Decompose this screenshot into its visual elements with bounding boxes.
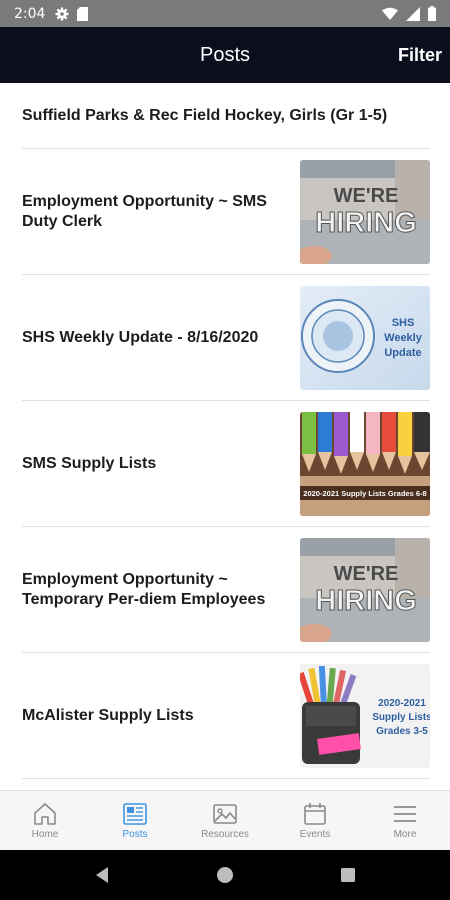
post-title: Employment Opportunity ~ Temporary Per-d… bbox=[22, 570, 266, 608]
post-thumbnail: SHS Weekly Update bbox=[300, 285, 430, 390]
nav-label: More bbox=[393, 828, 417, 840]
nav-label: Home bbox=[31, 828, 59, 840]
status-system-icons bbox=[382, 6, 436, 21]
nav-label: Events bbox=[299, 828, 331, 840]
back-icon[interactable] bbox=[94, 866, 110, 884]
nav-posts[interactable]: Posts bbox=[90, 791, 180, 850]
home-circle-icon[interactable] bbox=[216, 866, 234, 884]
page-title: Posts bbox=[199, 43, 251, 66]
post-thumbnail: 2020-2021 Supply Lists Grades 3-5 bbox=[300, 663, 430, 768]
post-item[interactable]: Employment Opportunity ~ SMS Duty Clerk … bbox=[22, 149, 430, 275]
signal-icon bbox=[406, 6, 420, 21]
post-item[interactable]: SMS Supply Lists 2020-2021 Supply Lists … bbox=[22, 401, 430, 527]
thumb-text-line2: Weekly bbox=[384, 332, 423, 344]
post-item[interactable] bbox=[22, 779, 430, 790]
post-thumbnail: WE'RE HIRING bbox=[300, 159, 430, 264]
thumb-text-line1: WE'RE bbox=[334, 185, 399, 207]
post-thumbnail: 2020-2021 Supply Lists Grades 6-8 bbox=[300, 411, 430, 516]
image-icon bbox=[213, 803, 237, 824]
thumb-text-line1: 2020-2021 bbox=[378, 698, 426, 709]
thumb-text-line1: WE'RE bbox=[334, 563, 399, 585]
thumb-text-line3: Grades 3-5 bbox=[376, 726, 428, 737]
post-item[interactable]: McAlister Supply Lists 2020-2021 Supply … bbox=[22, 653, 430, 779]
nav-home[interactable]: Home bbox=[0, 791, 90, 850]
thumb-text-line2: HIRING bbox=[315, 585, 417, 617]
nav-label: Posts bbox=[122, 828, 148, 840]
menu-icon bbox=[394, 805, 416, 822]
status-time: 2:04 bbox=[14, 5, 46, 22]
posts-icon bbox=[123, 802, 147, 825]
thumb-caption: 2020-2021 Supply Lists Grades 6-8 bbox=[303, 489, 426, 498]
post-title: Suffield Parks & Rec Field Hockey, Girls… bbox=[22, 106, 388, 124]
thumb-text-line1: SHS bbox=[392, 317, 415, 329]
status-bar: 2:04 bbox=[0, 0, 450, 27]
filter-button[interactable]: Filter bbox=[396, 27, 444, 83]
nav-resources[interactable]: Resources bbox=[180, 791, 270, 850]
post-item[interactable]: Employment Opportunity ~ Temporary Per-d… bbox=[22, 527, 430, 653]
calendar-icon bbox=[304, 802, 326, 825]
post-list[interactable]: Suffield Parks & Rec Field Hockey, Girls… bbox=[0, 83, 450, 790]
settings-gear-icon bbox=[55, 7, 69, 20]
post-title: SMS Supply Lists bbox=[22, 454, 157, 472]
nav-more[interactable]: More bbox=[360, 791, 450, 850]
sd-card-icon bbox=[77, 6, 89, 21]
post-item[interactable]: Suffield Parks & Rec Field Hockey, Girls… bbox=[22, 83, 430, 149]
post-thumbnail: WE'RE HIRING bbox=[300, 537, 430, 642]
post-title: Employment Opportunity ~ SMS Duty Clerk bbox=[22, 192, 267, 230]
thumb-text-line2: HIRING bbox=[315, 207, 417, 239]
thumb-text-line3: Update bbox=[384, 347, 421, 359]
nav-label: Resources bbox=[201, 828, 249, 840]
nav-events[interactable]: Events bbox=[270, 791, 360, 850]
wifi-icon bbox=[382, 7, 398, 20]
app-bar: Posts Filter bbox=[0, 27, 450, 83]
recents-icon[interactable] bbox=[340, 867, 356, 883]
post-item[interactable]: SHS Weekly Update - 8/16/2020 SHS Weekly… bbox=[22, 275, 430, 401]
home-icon bbox=[34, 802, 56, 825]
post-title: McAlister Supply Lists bbox=[22, 706, 194, 724]
post-title: SHS Weekly Update - 8/16/2020 bbox=[22, 328, 259, 346]
battery-icon bbox=[428, 6, 436, 21]
bottom-navigation: Home Posts Resources Events More bbox=[0, 790, 450, 850]
thumb-text-line2: Supply Lists bbox=[372, 712, 430, 723]
status-notification-icons bbox=[55, 6, 89, 21]
system-navigation-bar bbox=[0, 850, 450, 900]
